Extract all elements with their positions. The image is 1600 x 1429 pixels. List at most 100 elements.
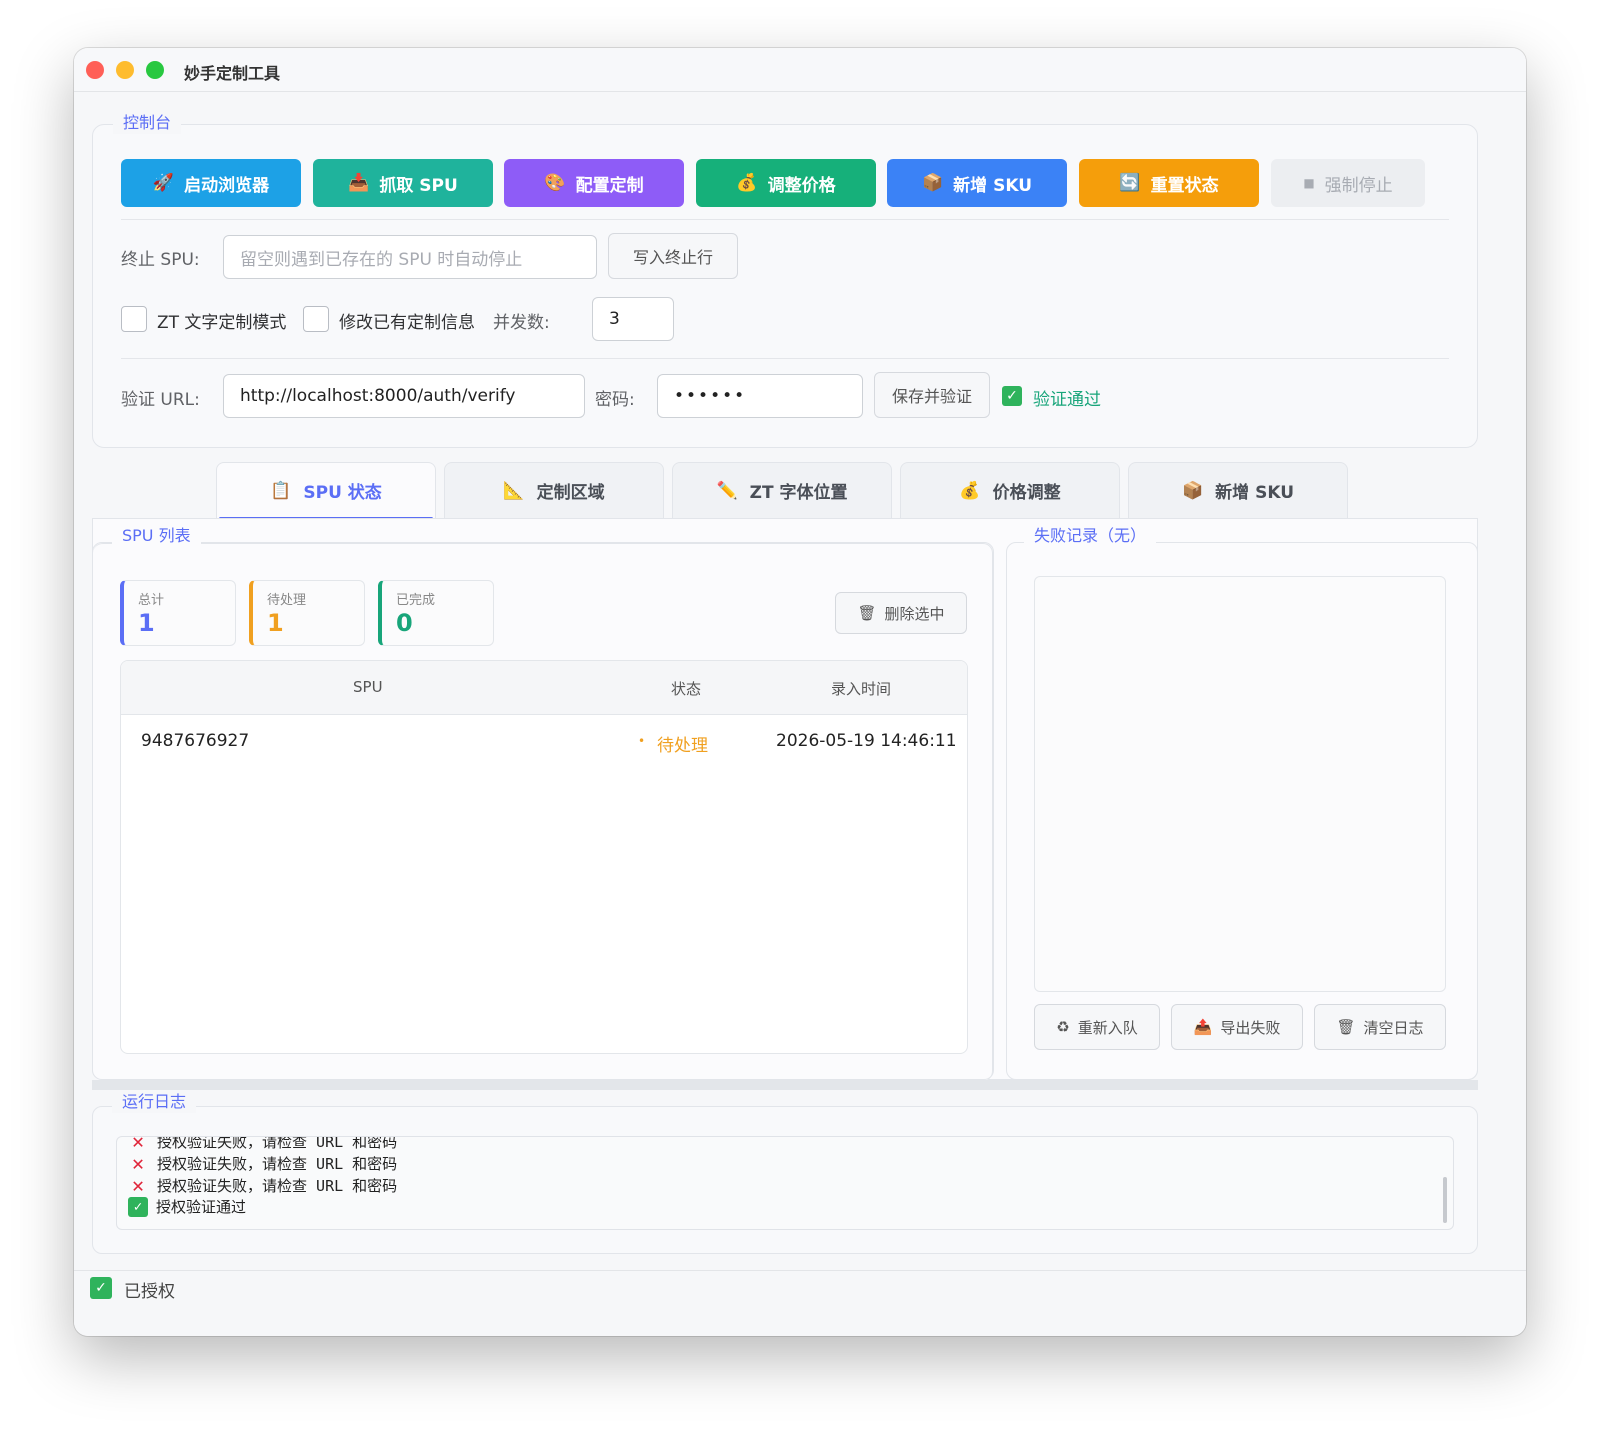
row-status-dot: •	[638, 734, 646, 748]
trash-icon: 🗑	[857, 604, 877, 622]
check-icon: ✓	[128, 1196, 148, 1217]
triangle-ruler-icon: 📐	[503, 480, 525, 501]
cross-mark-icon: ✕	[131, 1173, 145, 1197]
requeue-label: 重新入队	[1077, 1018, 1138, 1037]
status-text: 已授权	[124, 1282, 175, 1302]
money-bag-icon: 💰	[959, 480, 981, 501]
title-bar: 妙手定制工具	[74, 48, 1526, 92]
tab-spu-status-label: SPU 状态	[303, 483, 382, 503]
tab-custom-area[interactable]: 📐 定制区域	[444, 462, 664, 518]
tab-price-adjust[interactable]: 💰 价格调整	[900, 462, 1120, 518]
save-verify-button[interactable]: 保存并验证	[874, 372, 990, 418]
verify-url-input[interactable]: http://localhost:8000/auth/verify	[223, 374, 585, 418]
stat-pending-value: 1	[267, 609, 284, 637]
write-stop-label: 写入终止行	[632, 248, 713, 267]
stat-pending-label: 待处理	[267, 593, 307, 608]
configure-custom-button[interactable]: 🎨 配置定制	[504, 159, 684, 207]
stat-done: 已完成 0	[378, 580, 494, 646]
stat-done-value: 0	[396, 609, 413, 637]
column-header-status[interactable]: 状态	[671, 678, 701, 699]
status-bar: ✓ 已授权	[74, 1270, 1526, 1336]
export-failures-button[interactable]: 📤 导出失败	[1171, 1004, 1303, 1050]
modify-existing-label: 修改已有定制信息	[339, 313, 475, 333]
spu-list-title: SPU 列表	[112, 525, 201, 547]
clipboard-icon: 📋	[270, 480, 292, 501]
password-input[interactable]: ••••••	[657, 374, 863, 418]
splitter-handle[interactable]	[92, 1080, 1478, 1090]
zt-mode-checkbox[interactable]	[121, 306, 147, 332]
zoom-window-button[interactable]	[146, 61, 164, 79]
verify-status-text: 验证通过	[1033, 390, 1101, 410]
console-divider-2	[121, 358, 1449, 359]
clear-log-label: 清空日志	[1363, 1018, 1424, 1037]
tab-spu-status[interactable]: 📋 SPU 状态	[216, 462, 436, 520]
reset-status-label: 重置状态	[1150, 175, 1219, 196]
tab-custom-area-label: 定制区域	[536, 483, 605, 503]
rocket-icon: 🚀	[152, 173, 175, 193]
tab-add-sku[interactable]: 📦 新增 SKU	[1128, 462, 1348, 518]
palette-icon: 🎨	[544, 173, 566, 193]
launch-browser-button[interactable]: 🚀 启动浏览器	[121, 159, 301, 207]
stop-square-icon: ■	[1303, 176, 1315, 190]
row-spu-cell: 9487676927	[141, 731, 250, 751]
package-icon: 📦	[921, 173, 944, 193]
tab-add-sku-label: 新增 SKU	[1215, 483, 1294, 503]
requeue-button[interactable]: ♻ 重新入队	[1034, 1004, 1160, 1050]
spu-table: SPU 状态 录入时间 9487676927 • 待处理 2026-05-19 …	[120, 660, 968, 1054]
adjust-price-label: 调整价格	[767, 175, 836, 196]
run-log-title: 运行日志	[112, 1091, 197, 1113]
stop-spu-input[interactable]: 留空则遇到已存在的 SPU 时自动停止	[223, 235, 597, 279]
minimize-window-button[interactable]	[116, 61, 134, 79]
delete-selected-label: 删除选中	[884, 604, 945, 623]
check-icon: ✓	[1002, 386, 1022, 406]
column-header-time[interactable]: 录入时间	[831, 678, 891, 699]
log-line: ✓ 授权验证通过	[127, 1196, 246, 1217]
export-failures-label: 导出失败	[1220, 1018, 1281, 1037]
console-group-title: 控制台	[113, 112, 182, 134]
fail-log-list[interactable]	[1034, 576, 1446, 992]
launch-browser-label: 启动浏览器	[184, 175, 270, 196]
tab-zt-font-position-label: ZT 字体位置	[749, 483, 848, 503]
password-label: 密码:	[595, 390, 635, 410]
console-group: 控制台 🚀 启动浏览器 📥 抓取 SPU 🎨 配置定制 💰 调整价格 📦 新增 …	[92, 112, 1478, 448]
clear-log-button[interactable]: 🗑 清空日志	[1314, 1004, 1446, 1050]
column-header-spu[interactable]: SPU	[353, 678, 383, 696]
window-title: 妙手定制工具	[184, 64, 281, 83]
inbox-tray-icon: 📤	[1193, 1018, 1213, 1036]
stat-total: 总计 1	[120, 580, 236, 646]
zt-mode-label: ZT 文字定制模式	[157, 313, 287, 333]
adjust-price-button[interactable]: 💰 调整价格	[696, 159, 876, 207]
trash-icon: 🗑	[1336, 1018, 1356, 1036]
save-verify-label: 保存并验证	[891, 387, 972, 406]
log-line: ✕ 授权验证失败，请检查 URL 和密码	[127, 1173, 397, 1197]
reset-status-button[interactable]: 🔄 重置状态	[1079, 159, 1259, 207]
force-stop-button[interactable]: ■ 强制停止	[1271, 159, 1425, 207]
spu-table-header: SPU 状态 录入时间	[121, 661, 967, 715]
write-stop-button[interactable]: 写入终止行	[608, 233, 738, 279]
money-bag-icon: 💰	[736, 173, 758, 193]
add-sku-button[interactable]: 📦 新增 SKU	[887, 159, 1067, 207]
modify-existing-checkbox[interactable]	[303, 306, 329, 332]
stat-total-value: 1	[138, 609, 155, 637]
log-line: ✕ 授权验证失败，请检查 URL 和密码	[127, 1151, 397, 1175]
row-time-cell: 2026-05-19 14:46:11	[776, 731, 957, 751]
stat-pending: 待处理 1	[249, 580, 365, 646]
force-stop-label: 强制停止	[1324, 175, 1393, 196]
tab-zt-font-position[interactable]: ✏️ ZT 字体位置	[672, 462, 892, 518]
pencil-icon: ✏️	[716, 480, 738, 501]
configure-custom-label: 配置定制	[575, 175, 644, 196]
log-scrollbar[interactable]	[1443, 1177, 1447, 1223]
close-window-button[interactable]	[86, 61, 104, 79]
verify-url-label: 验证 URL:	[121, 390, 200, 410]
check-icon: ✓	[90, 1277, 112, 1299]
fetch-spu-button[interactable]: 📥 抓取 SPU	[313, 159, 493, 207]
stat-done-label: 已完成	[396, 593, 436, 608]
delete-selected-button[interactable]: 🗑 删除选中	[835, 592, 967, 634]
fail-log-title: 失败记录（无）	[1024, 525, 1157, 547]
run-log-text[interactable]: ✕ 授权验证失败，请检查 URL 和密码 ✕ 授权验证失败，请检查 URL 和密…	[116, 1136, 1454, 1230]
refresh-icon: 🔄	[1119, 173, 1141, 193]
row-status-cell: 待处理	[657, 736, 708, 756]
console-divider-1	[121, 219, 1449, 220]
package-icon: 📦	[1181, 480, 1204, 501]
concurrency-spinbox[interactable]: 3	[592, 297, 674, 341]
